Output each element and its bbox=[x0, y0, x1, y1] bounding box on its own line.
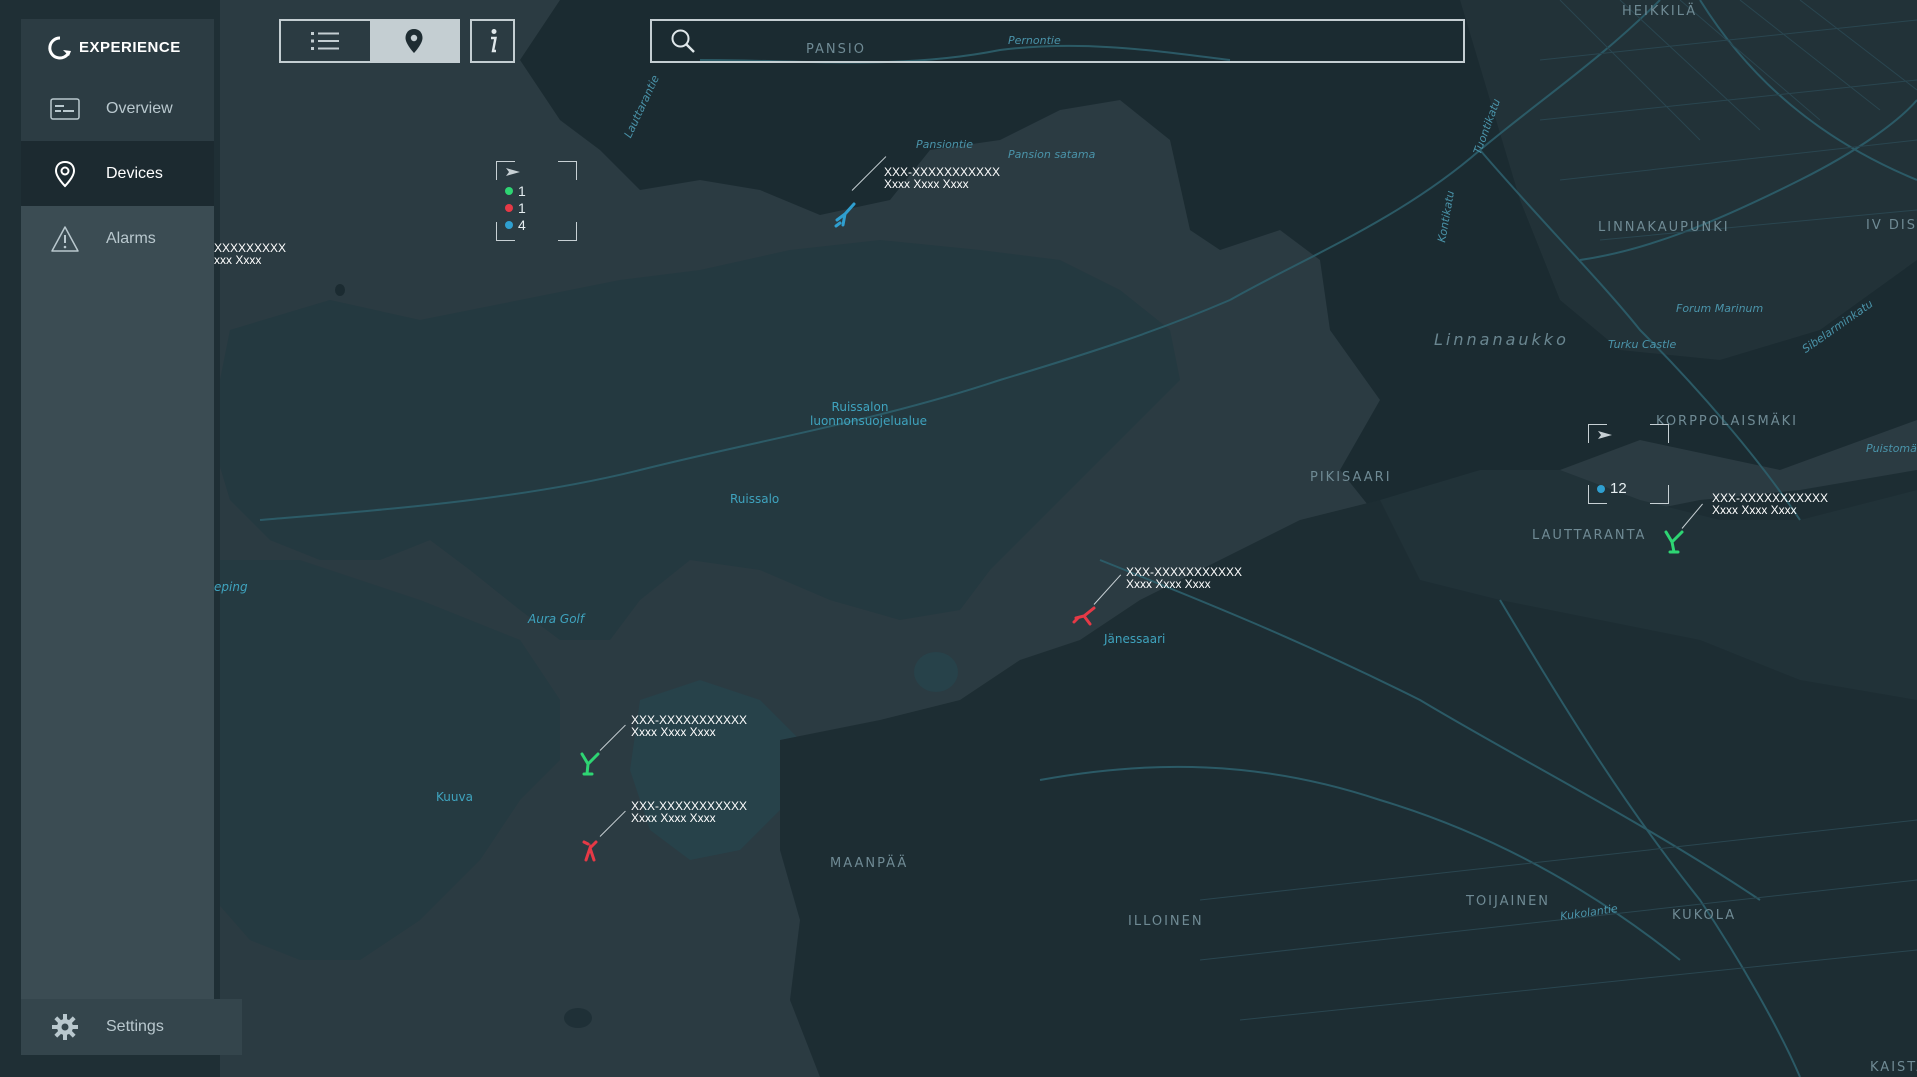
device-label[interactable]: XXX-XXXXXXXXXXX Xxxx Xxxx Xxxx bbox=[631, 800, 747, 824]
status-dot-ok bbox=[505, 187, 513, 195]
list-view-button[interactable] bbox=[281, 21, 370, 61]
device-marker-alarm[interactable] bbox=[572, 830, 612, 870]
device-name: Xxxx Xxxx Xxxx bbox=[884, 177, 969, 191]
device-cluster[interactable]: 12 bbox=[1588, 424, 1669, 504]
sidebar-item-settings[interactable]: Settings bbox=[21, 999, 242, 1055]
map-canvas[interactable] bbox=[0, 0, 1917, 1077]
map-pin-icon bbox=[405, 29, 423, 53]
app-name: EXPERIENCE bbox=[79, 39, 181, 56]
info-icon bbox=[490, 29, 497, 53]
device-label-partial[interactable]: XXXXXXXXX xxx Xxxx bbox=[214, 242, 286, 266]
device-label[interactable]: XXX-XXXXXXXXXXX Xxxx Xxxx Xxxx bbox=[1126, 566, 1242, 590]
device-name: Xxxx Xxxx Xxxx bbox=[631, 725, 716, 739]
search-bar bbox=[650, 19, 1465, 63]
sidebar-item-label: Settings bbox=[106, 1018, 164, 1035]
list-icon bbox=[311, 32, 340, 50]
device-marker-alarm[interactable] bbox=[1066, 596, 1106, 636]
device-label[interactable]: XXX-XXXXXXXXXXX Xxxx Xxxx Xxxx bbox=[631, 714, 747, 738]
device-label[interactable]: XXX-XXXXXXXXXXX Xxxx Xxxx Xxxx bbox=[884, 166, 1000, 190]
cluster-count-ok: 1 bbox=[505, 183, 526, 199]
device-marker-info[interactable] bbox=[826, 196, 866, 236]
cluster-count-alarm: 1 bbox=[505, 200, 526, 216]
sidebar-item-label: Alarms bbox=[106, 229, 156, 247]
device-marker-ok[interactable] bbox=[1656, 522, 1696, 562]
warning-icon bbox=[49, 223, 81, 255]
sidebar-item-alarms[interactable]: Alarms bbox=[21, 206, 214, 271]
device-name: Xxxx Xxxx Xxxx bbox=[631, 811, 716, 825]
device-name: Xxxx Xxxx Xxxx bbox=[1126, 577, 1211, 591]
sidebar-item-label: Overview bbox=[106, 99, 173, 117]
overview-icon bbox=[49, 93, 81, 125]
status-dot-info bbox=[505, 221, 513, 229]
location-pin-icon bbox=[49, 158, 81, 190]
send-arrow-icon bbox=[506, 168, 520, 176]
search-input[interactable] bbox=[708, 31, 1452, 51]
gear-icon bbox=[49, 1011, 81, 1043]
app-logo[interactable]: EXPERIENCE bbox=[21, 19, 214, 76]
device-name: xxx Xxxx bbox=[214, 253, 262, 267]
view-toggle bbox=[279, 19, 460, 63]
status-dot-alarm bbox=[505, 204, 513, 212]
cluster-count-info: 12 bbox=[1597, 480, 1627, 497]
cluster-count-info: 4 bbox=[505, 217, 526, 233]
device-name: Xxxx Xxxx Xxxx bbox=[1712, 503, 1797, 517]
send-arrow-icon bbox=[1598, 431, 1612, 439]
device-marker-ok[interactable] bbox=[572, 742, 612, 782]
sidebar-item-devices[interactable]: Devices bbox=[21, 141, 214, 206]
sidebar-item-label: Devices bbox=[106, 164, 163, 182]
status-dot-info bbox=[1597, 484, 1605, 493]
device-cluster[interactable]: 1 1 4 bbox=[496, 161, 577, 241]
info-button[interactable] bbox=[470, 19, 515, 63]
experience-logo-icon bbox=[48, 35, 71, 59]
search-icon[interactable] bbox=[670, 28, 696, 54]
sidebar: EXPERIENCE Overview Devices Alarms Setti… bbox=[21, 19, 242, 1055]
map-view-button[interactable] bbox=[369, 21, 458, 61]
device-label[interactable]: XXX-XXXXXXXXXXX Xxxx Xxxx Xxxx bbox=[1712, 492, 1828, 516]
sidebar-item-overview[interactable]: Overview bbox=[21, 76, 214, 141]
